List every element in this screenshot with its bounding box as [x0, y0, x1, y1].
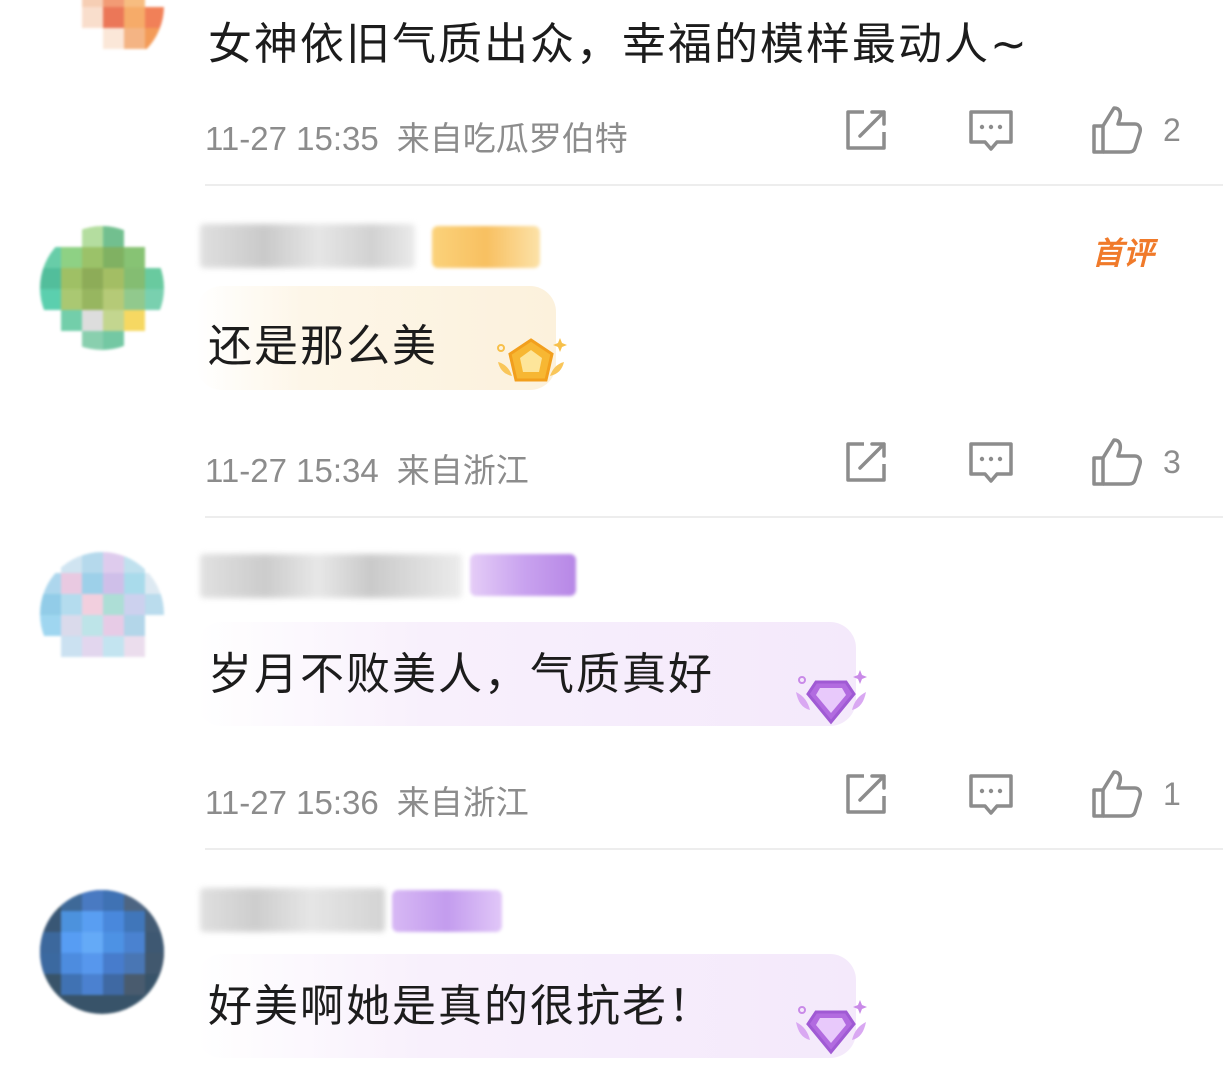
- share-icon[interactable]: [842, 770, 890, 818]
- member-badge: [432, 226, 540, 268]
- member-badge: [392, 890, 502, 932]
- thumbs-up-icon[interactable]: [1090, 104, 1144, 156]
- username[interactable]: [200, 554, 462, 598]
- purple-medal-icon: [796, 1000, 867, 1055]
- comment-meta: 11-27 15:36 来自浙江: [205, 776, 529, 824]
- avatar[interactable]: [40, 0, 164, 68]
- gold-medal-icon: [497, 338, 567, 382]
- username[interactable]: [200, 888, 385, 932]
- share-icon[interactable]: [842, 438, 890, 486]
- comment-icon[interactable]: [967, 438, 1015, 486]
- comment-time: 11-27 15:35: [205, 120, 379, 157]
- avatar[interactable]: [40, 552, 164, 676]
- comment-text: 岁月不败美人，气质真好: [208, 649, 714, 700]
- comment-icon[interactable]: [967, 770, 1015, 818]
- comment-icon[interactable]: [967, 106, 1015, 154]
- first-comment-badge: 首评: [1092, 236, 1154, 272]
- comment-time: 11-27 15:34: [205, 452, 379, 489]
- avatar[interactable]: [40, 226, 164, 350]
- thumbs-up-icon[interactable]: [1090, 436, 1144, 488]
- comment-item: 好美啊她是真的很抗老！: [0, 850, 1223, 1076]
- comment-source: 来自浙江: [396, 451, 529, 490]
- like-count: 2: [1163, 112, 1181, 148]
- share-icon[interactable]: [842, 106, 890, 154]
- username[interactable]: [200, 224, 415, 268]
- purple-medal-icon: [796, 670, 867, 725]
- comment-meta: 11-27 15:35 来自吃瓜罗伯特: [205, 112, 628, 160]
- like-count: 3: [1163, 444, 1181, 480]
- member-badge: [470, 554, 576, 596]
- thumbs-up-icon[interactable]: [1090, 768, 1144, 820]
- comment-source: 来自吃瓜罗伯特: [396, 119, 628, 158]
- comment-text: 还是那么美: [208, 321, 438, 372]
- like-count: 1: [1163, 776, 1181, 812]
- comment-text: 好美啊她是真的很抗老！: [208, 981, 714, 1032]
- comment-item: 岁月不败美人，气质真好 11-27 15:36 来自浙江 1: [0, 518, 1223, 850]
- comment-source: 来自浙江: [396, 783, 529, 822]
- comment-item: 首评 还是那么美 11-27 15:34 来自浙江 3: [0, 186, 1223, 518]
- comment-meta: 11-27 15:34 来自浙江: [205, 444, 529, 492]
- avatar[interactable]: [40, 890, 164, 1014]
- comment-time: 11-27 15:36: [205, 784, 379, 821]
- comment-item: 女神依旧气质出众，幸福的模样最动人~ 11-27 15:35 来自吃瓜罗伯特 2: [0, 0, 1223, 186]
- comment-text: 女神依旧气质出众，幸福的模样最动人~: [208, 19, 1029, 70]
